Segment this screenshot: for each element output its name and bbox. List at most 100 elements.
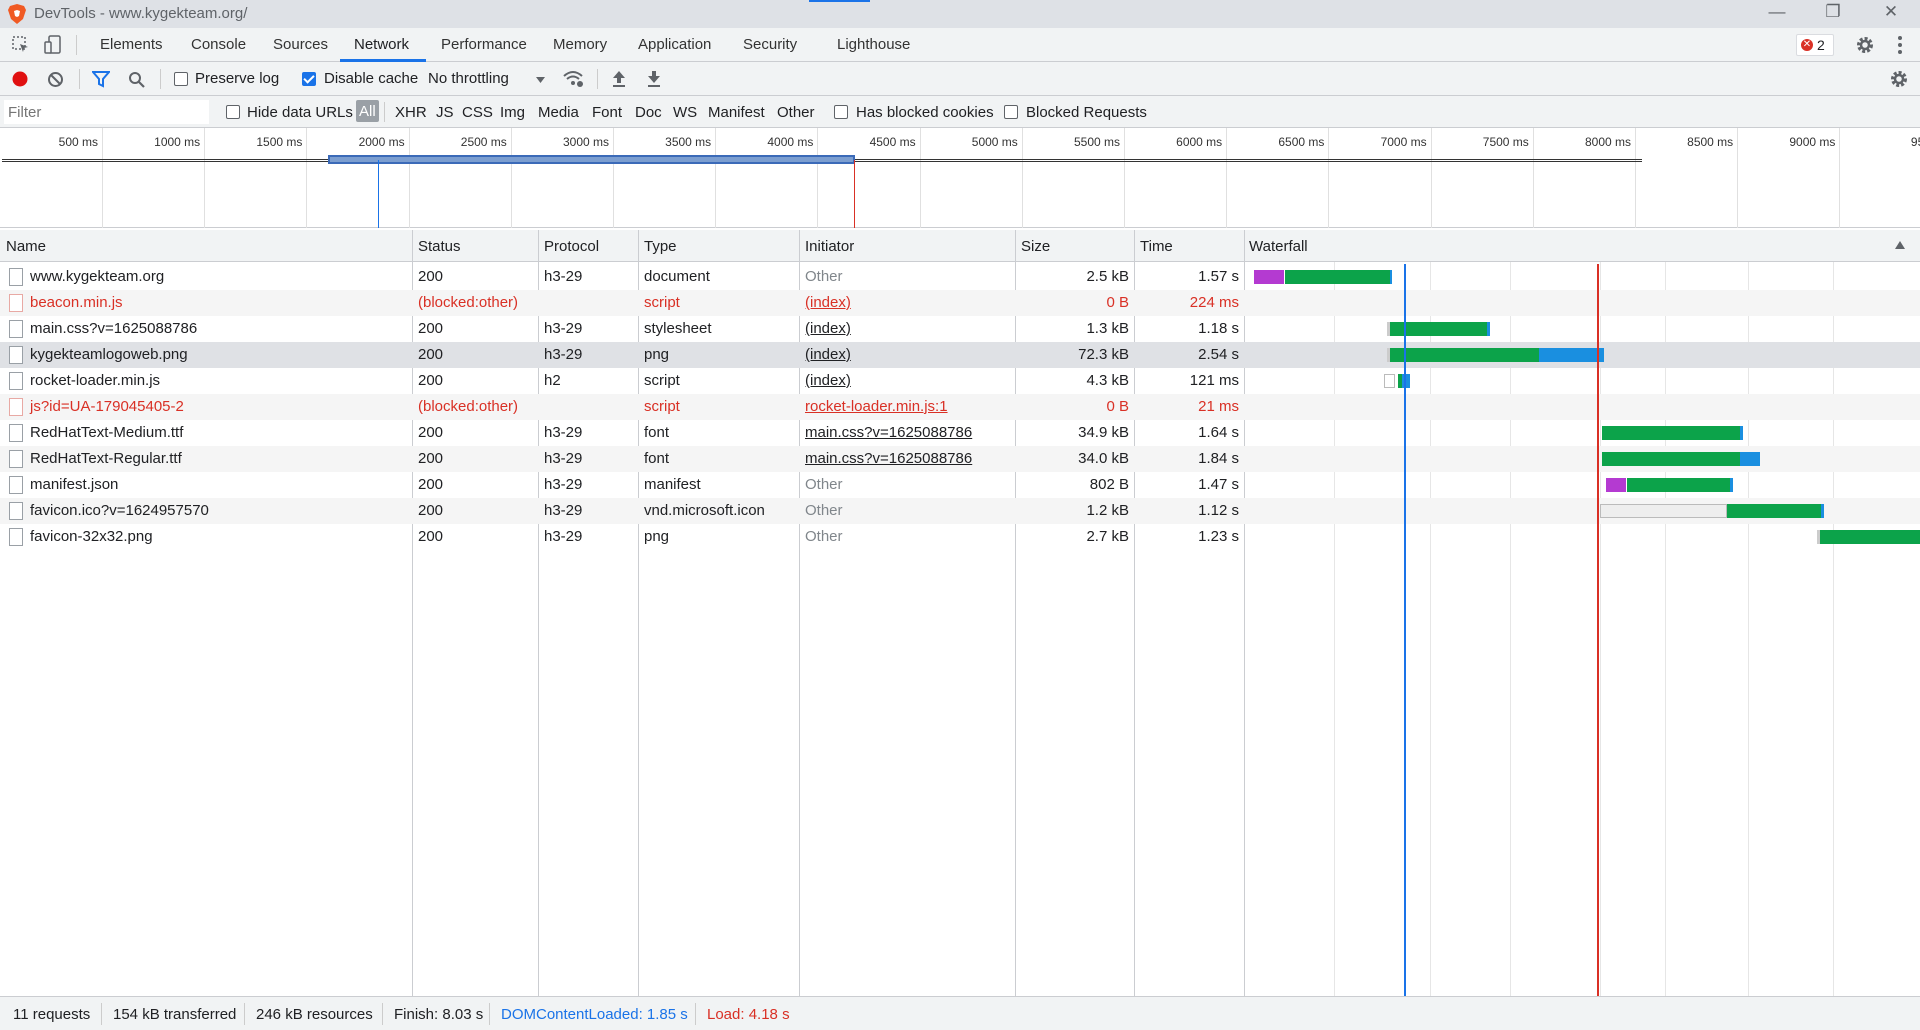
waterfall-bar[interactable] <box>1384 374 1395 388</box>
waterfall-bar[interactable] <box>1285 270 1390 284</box>
waterfall-bar[interactable] <box>1821 504 1824 518</box>
record-icon[interactable] <box>12 71 28 87</box>
tab-performance[interactable]: Performance <box>441 36 527 53</box>
tab-console[interactable]: Console <box>191 36 246 53</box>
cell-initiator[interactable]: (index) <box>805 294 851 311</box>
header-size[interactable]: Size <box>1021 238 1050 255</box>
cell-name[interactable]: favicon.ico?v=1624957570 <box>30 502 209 519</box>
network-conditions-icon[interactable] <box>563 70 585 88</box>
table-row[interactable]: kygekteamlogoweb.png 200 h3-29 png (index) 72… <box>0 342 1920 368</box>
export-har-icon[interactable] <box>647 70 661 87</box>
waterfall-bar[interactable] <box>1539 348 1604 362</box>
cell-initiator[interactable]: (index) <box>805 346 851 363</box>
waterfall-bar[interactable] <box>1602 452 1740 466</box>
has-blocked-cookies-label[interactable]: Has blocked cookies <box>856 104 994 121</box>
waterfall-bar[interactable] <box>1390 348 1539 362</box>
device-toolbar-icon[interactable] <box>44 35 62 55</box>
type-filter-doc[interactable]: Doc <box>635 104 662 121</box>
table-row[interactable]: RedHatText-Regular.ttf 200 h3-29 font main.c… <box>0 446 1920 472</box>
disable-cache-checkbox[interactable] <box>302 72 316 86</box>
network-settings-gear-icon[interactable] <box>1889 69 1909 89</box>
error-badge[interactable]: ✕ 2 <box>1796 34 1834 56</box>
cell-initiator[interactable]: (index) <box>805 372 851 389</box>
cell-initiator[interactable]: main.css?v=1625088786 <box>805 450 972 467</box>
cell-name[interactable]: RedHatText-Medium.ttf <box>30 424 183 441</box>
waterfall-bar[interactable] <box>1254 270 1284 284</box>
restore-button[interactable]: ❐ <box>1818 2 1848 26</box>
waterfall-bar[interactable] <box>1627 478 1730 492</box>
cell-name[interactable]: RedHatText-Regular.ttf <box>30 450 182 467</box>
table-row[interactable]: favicon-32x32.png 200 h3-29 png Other 2.7 kB 1… <box>0 524 1920 550</box>
table-row[interactable]: rocket-loader.min.js 200 h2 script (index) 4.… <box>0 368 1920 394</box>
has-blocked-cookies-checkbox[interactable] <box>834 105 848 119</box>
cell-name[interactable]: beacon.min.js <box>30 294 123 311</box>
table-row[interactable]: www.kygekteam.org 200 h3-29 document Other 2.… <box>0 264 1920 290</box>
cell-name[interactable]: favicon-32x32.png <box>30 528 153 545</box>
cell-initiator[interactable]: rocket-loader.min.js:1 <box>805 398 948 415</box>
waterfall-bar[interactable] <box>1390 270 1392 284</box>
blocked-requests-label[interactable]: Blocked Requests <box>1026 104 1147 121</box>
type-filter-all[interactable]: All <box>356 100 379 122</box>
type-filter-manifest[interactable]: Manifest <box>708 104 765 121</box>
minimize-button[interactable]: — <box>1762 2 1792 26</box>
cell-name[interactable]: rocket-loader.min.js <box>30 372 160 389</box>
type-filter-font[interactable]: Font <box>592 104 622 121</box>
cell-initiator[interactable]: (index) <box>805 320 851 337</box>
header-initiator[interactable]: Initiator <box>805 238 854 255</box>
waterfall-bar[interactable] <box>1740 426 1743 440</box>
filter-input[interactable] <box>4 100 209 124</box>
tab-memory[interactable]: Memory <box>553 36 607 53</box>
hide-data-urls-label[interactable]: Hide data URLs <box>247 104 353 121</box>
tab-network[interactable]: Network <box>354 36 409 53</box>
filter-icon[interactable] <box>92 71 110 88</box>
type-filter-js[interactable]: JS <box>436 104 454 121</box>
tab-sources[interactable]: Sources <box>273 36 328 53</box>
tab-elements[interactable]: Elements <box>100 36 163 53</box>
cell-initiator[interactable]: main.css?v=1625088786 <box>805 424 972 441</box>
tab-lighthouse[interactable]: Lighthouse <box>837 36 910 53</box>
disable-cache-label[interactable]: Disable cache <box>324 70 418 87</box>
waterfall-bar[interactable] <box>1727 504 1821 518</box>
preserve-log-label[interactable]: Preserve log <box>195 70 279 87</box>
search-icon[interactable] <box>128 71 145 88</box>
cell-name[interactable]: main.css?v=1625088786 <box>30 320 197 337</box>
table-row[interactable]: favicon.ico?v=1624957570 200 h3-29 vnd.micr… <box>0 498 1920 524</box>
header-time[interactable]: Time <box>1140 238 1173 255</box>
more-options-icon[interactable] <box>1896 35 1904 55</box>
tab-security[interactable]: Security <box>743 36 797 53</box>
waterfall-bar[interactable] <box>1820 530 1920 544</box>
table-row[interactable]: beacon.min.js (blocked:other) script (index… <box>0 290 1920 316</box>
throttling-select[interactable]: No throttling <box>428 66 548 92</box>
blocked-requests-checkbox[interactable] <box>1004 105 1018 119</box>
close-window-button[interactable]: ✕ <box>1876 2 1906 26</box>
header-name[interactable]: Name <box>6 238 46 255</box>
type-filter-ws[interactable]: WS <box>673 104 697 121</box>
type-filter-media[interactable]: Media <box>538 104 579 121</box>
inspect-element-icon[interactable] <box>12 36 30 54</box>
table-row[interactable]: RedHatText-Medium.ttf 200 h3-29 font main.cs… <box>0 420 1920 446</box>
sort-ascending-icon[interactable] <box>1895 241 1905 249</box>
cell-name[interactable]: www.kygekteam.org <box>30 268 164 285</box>
cell-name[interactable]: js?id=UA-179045405-2 <box>30 398 184 415</box>
settings-gear-icon[interactable] <box>1855 35 1875 55</box>
cell-name[interactable]: kygekteamlogoweb.png <box>30 346 188 363</box>
table-row[interactable]: manifest.json 200 h3-29 manifest Other 802 B 1… <box>0 472 1920 498</box>
waterfall-bar[interactable] <box>1740 452 1760 466</box>
type-filter-xhr[interactable]: XHR <box>395 104 427 121</box>
header-protocol[interactable]: Protocol <box>544 238 599 255</box>
waterfall-bar[interactable] <box>1487 322 1490 336</box>
header-type[interactable]: Type <box>644 238 677 255</box>
waterfall-bar[interactable] <box>1600 504 1727 518</box>
type-filter-img[interactable]: Img <box>500 104 525 121</box>
tab-application[interactable]: Application <box>638 36 711 53</box>
clear-icon[interactable] <box>47 71 64 88</box>
hide-data-urls-checkbox[interactable] <box>226 105 240 119</box>
waterfall-bar[interactable] <box>1606 478 1626 492</box>
waterfall-bar[interactable] <box>1730 478 1733 492</box>
overview-selection[interactable] <box>328 155 855 164</box>
table-row[interactable]: js?id=UA-179045405-2 (blocked:other) scrip… <box>0 394 1920 420</box>
waterfall-bar[interactable] <box>1602 426 1740 440</box>
import-har-icon[interactable] <box>612 70 626 87</box>
preserve-log-checkbox[interactable] <box>174 72 188 86</box>
type-filter-css[interactable]: CSS <box>462 104 493 121</box>
